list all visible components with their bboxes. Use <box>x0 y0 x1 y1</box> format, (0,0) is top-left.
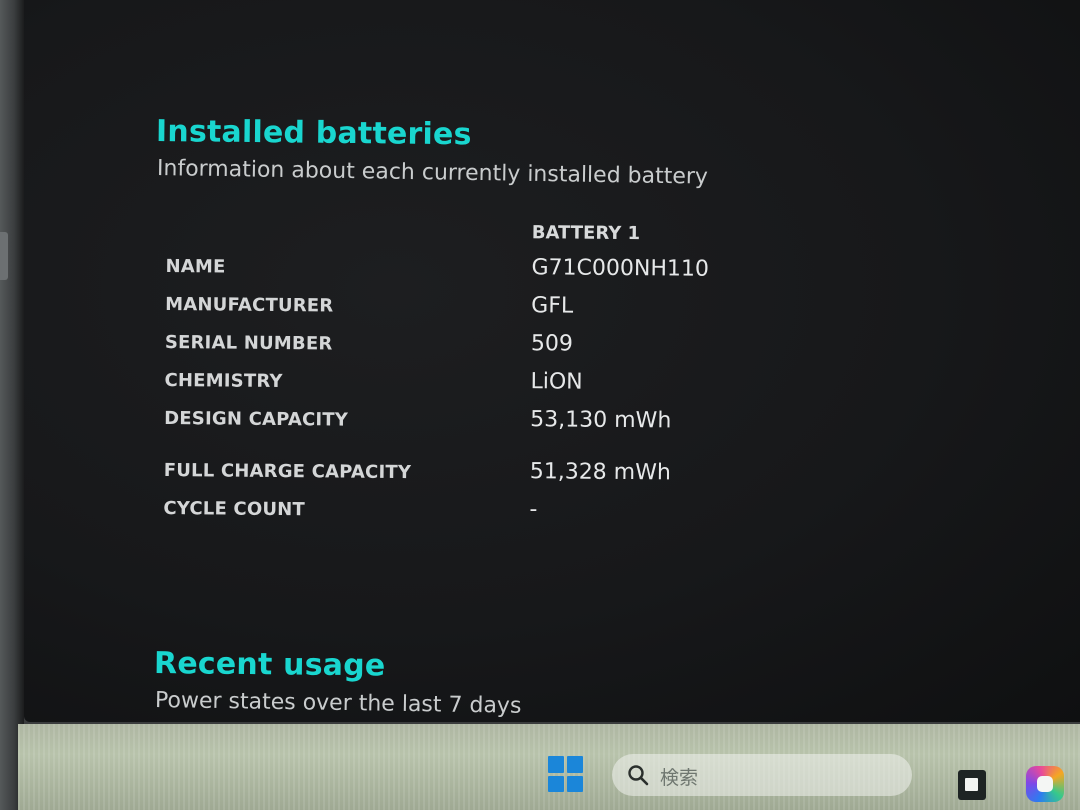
row-label-name: NAME <box>165 255 226 278</box>
recent-usage-subtitle: Power states over the last 7 days <box>154 688 522 719</box>
row-value-chemistry: LiON <box>530 369 583 395</box>
table-row: CHEMISTRY LiON <box>164 366 724 401</box>
screen-bezel <box>0 0 24 810</box>
table-row: DESIGN CAPACITY 53,130 mWh <box>164 404 724 439</box>
battery-1-column-header: BATTERY 1 <box>531 222 641 245</box>
row-value-design-capacity: 53,130 mWh <box>530 407 672 434</box>
windows-logo-icon[interactable] <box>548 756 584 792</box>
battery-info-table: BATTERY 1 NAME G71C000NH110 MANUFACTURER… <box>163 214 726 522</box>
row-label-chemistry: CHEMISTRY <box>164 369 283 393</box>
row-label-design-capacity: DESIGN CAPACITY <box>164 407 349 431</box>
installed-batteries-heading: Installed batteries <box>155 114 472 153</box>
start-tile <box>567 775 583 792</box>
row-value-name: G71C000NH110 <box>531 255 710 282</box>
row-label-full-charge-capacity: FULL CHARGE CAPACITY <box>163 459 412 484</box>
installed-batteries-subtitle: Information about each currently install… <box>156 156 709 190</box>
row-value-cycle-count: - <box>529 497 538 523</box>
start-tile <box>567 756 583 773</box>
taskbar-search-box[interactable]: 検索 <box>612 754 912 796</box>
table-row: MANUFACTURER GFL <box>165 290 725 325</box>
copilot-icon[interactable] <box>1026 766 1064 802</box>
row-label-manufacturer: MANUFACTURER <box>165 293 334 317</box>
start-tile <box>548 756 564 773</box>
app-icon[interactable] <box>958 770 986 800</box>
battery-report-page: Installed batteries Information about ea… <box>24 0 1080 722</box>
table-row: FULL CHARGE CAPACITY 51,328 mWh <box>164 456 724 491</box>
taskbar: 検索 <box>18 724 1080 810</box>
bezel-edge <box>0 232 8 280</box>
recent-usage-heading: Recent usage <box>153 646 386 684</box>
table-row: CYCLE COUNT - <box>163 494 723 529</box>
row-value-full-charge-capacity: 51,328 mWh <box>529 459 671 486</box>
row-label-serial-number: SERIAL NUMBER <box>164 331 333 355</box>
row-label-cycle-count: CYCLE COUNT <box>163 497 306 521</box>
table-row: SERIAL NUMBER 509 <box>165 328 725 363</box>
search-icon <box>628 765 649 786</box>
table-row: NAME G71C000NH110 <box>165 252 725 287</box>
search-placeholder: 検索 <box>660 767 699 789</box>
row-value-serial-number: 509 <box>530 331 573 357</box>
start-tile <box>548 775 564 792</box>
row-value-manufacturer: GFL <box>531 293 574 319</box>
